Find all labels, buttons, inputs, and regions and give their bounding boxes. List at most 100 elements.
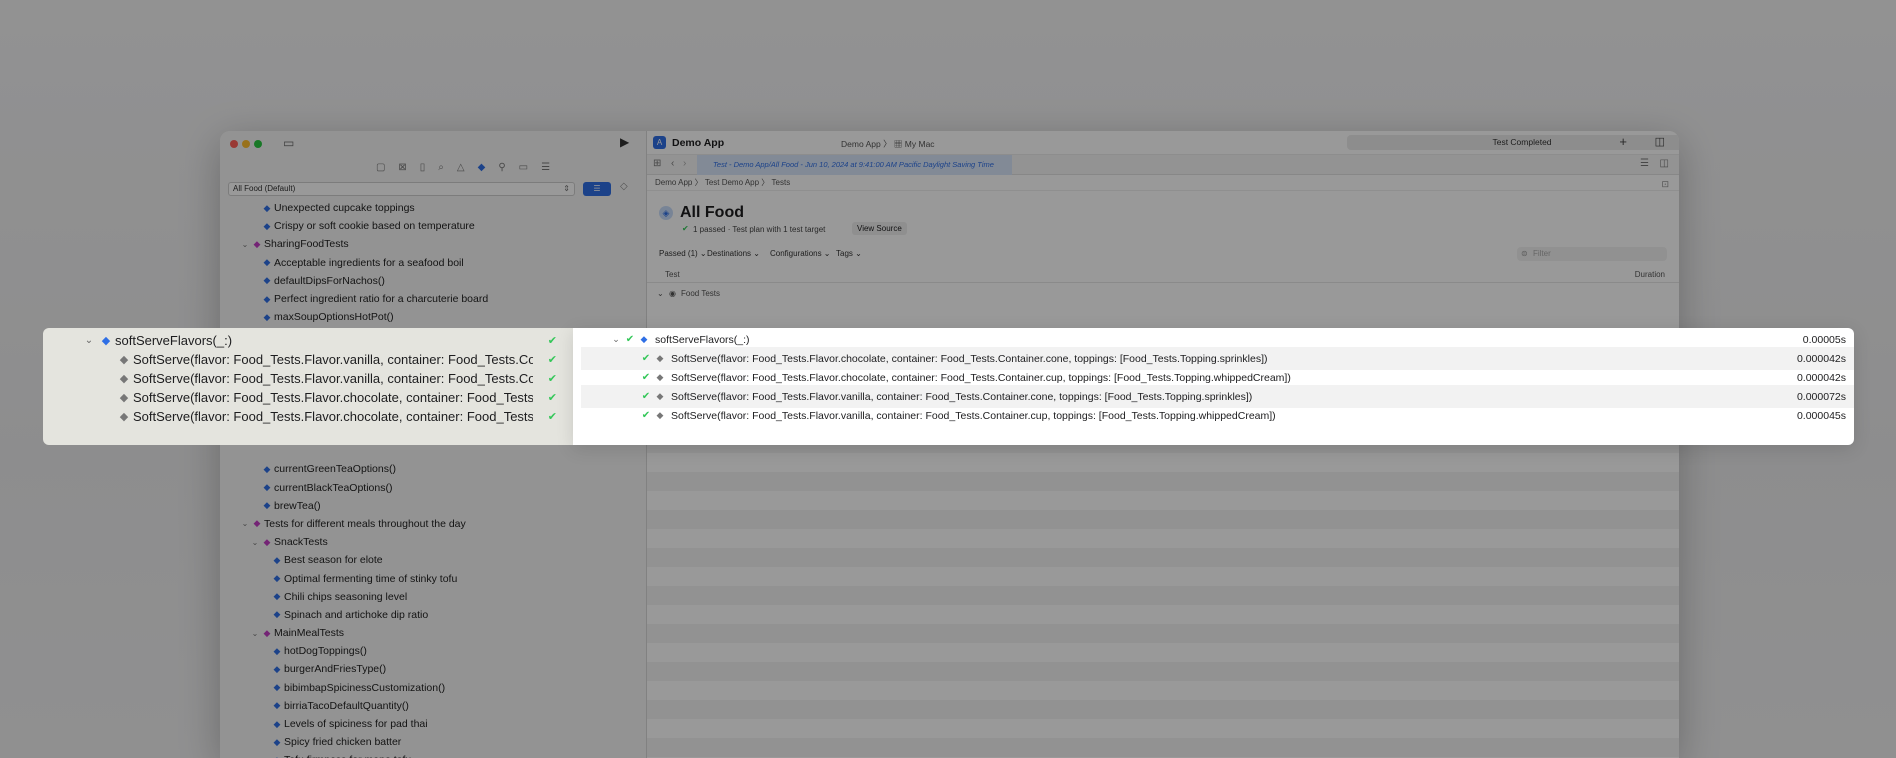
tab-test-report[interactable]: Test - Demo App/All Food - Jun 10, 2024 …: [697, 155, 1012, 175]
inspector-toggle-icon[interactable]: ◫: [1655, 135, 1665, 148]
tree-test-row[interactable]: ◆ bibimbapSpicinessCustomization(): [220, 679, 646, 697]
tree-test-row[interactable]: ◆ defaultDipsForNachos(): [220, 272, 646, 290]
column-test[interactable]: Test: [665, 270, 680, 279]
column-duration[interactable]: Duration: [1635, 270, 1665, 279]
tree-test-row[interactable]: ◆ birriaTacoDefaultQuantity(): [220, 697, 646, 715]
filter-toggle-button[interactable]: ☰: [583, 182, 611, 196]
filter-input[interactable]: ⊜ Filter: [1517, 247, 1667, 261]
report-row-duration: 0.000072s: [1796, 390, 1846, 403]
find-icon[interactable]: ⌕: [438, 162, 444, 173]
report-row-duration: 0.000042s: [1796, 352, 1846, 365]
test-case-icon: ◆: [656, 353, 664, 363]
tree-row-label: Chili chips seasoning level: [284, 590, 408, 603]
tree-row-label: currentGreenTeaOptions(): [274, 463, 396, 476]
test-diamond-icon: ◆: [640, 334, 648, 344]
split-editor-icon[interactable]: ◫: [1660, 158, 1669, 169]
tag-icon[interactable]: ◇: [620, 181, 628, 192]
tree-row-label: Spinach and artichoke dip ratio: [284, 608, 429, 621]
tree-test-row[interactable]: ◆ burgerAndFriesType(): [220, 660, 646, 678]
report-icon[interactable]: ☰: [541, 162, 550, 173]
tree-test-row[interactable]: ◆Tofu firmness for mapo tofu: [220, 751, 646, 758]
issue-icon[interactable]: △: [457, 162, 465, 173]
tree-test-row[interactable]: ◆ Unexpected cupcake toppings: [220, 199, 646, 217]
tree-test-row[interactable]: ◆ Optimal fermenting time of stinky tofu: [220, 569, 646, 587]
column-header: Test Duration: [647, 265, 1679, 283]
list-icon[interactable]: ☰: [1640, 158, 1649, 169]
folder-icon[interactable]: ▢: [376, 162, 385, 173]
chevron-down-icon: ⌄: [241, 519, 249, 529]
test-diamond-icon: ◆: [273, 718, 281, 729]
tree-row-label: Tests for different meals throughout the…: [264, 517, 466, 530]
tree-row-label: bibimbapSpicinessCustomization(): [284, 681, 446, 694]
forward-icon[interactable]: ›: [683, 158, 686, 169]
test-plan-select[interactable]: All Food (Default) ⇕: [228, 182, 575, 196]
editor-tab-bar: ⊞ ‹ › Test - Demo App/All Food - Jun 10,…: [647, 155, 1679, 175]
tree-test-row[interactable]: ◆ Acceptable ingredients for a seafood bo…: [220, 254, 646, 272]
run-icon[interactable]: ▶: [620, 135, 629, 149]
configurations-filter[interactable]: Configurations ⌄: [770, 249, 831, 258]
tree-test-row[interactable]: ◆ Crispy or soft cookie based on temperat…: [220, 217, 646, 235]
tree-suite-row[interactable]: ⌄ ◆ MainMealTests: [220, 624, 646, 642]
callout-row-label: SoftServe(flavor: Food_Tests.Flavor.choc…: [133, 409, 533, 424]
destinations-filter[interactable]: Destinations ⌄: [707, 249, 760, 258]
tree-suite-row[interactable]: ⌄ ◆ SharingFoodTests: [220, 235, 646, 253]
report-row-label: SoftServe(flavor: Food_Tests.Flavor.choc…: [671, 371, 1291, 384]
lock-icon: ⊡: [1661, 179, 1669, 189]
test-diamond-icon: ◆: [263, 257, 271, 268]
tree-test-row[interactable]: ◆ brewTea(): [220, 497, 646, 515]
tree-test-row[interactable]: ◆ Spinach and artichoke dip ratio: [220, 606, 646, 624]
tree-suite-row[interactable]: ⌄ ◆ Tests for different meals throughout t…: [220, 515, 646, 533]
passed-filter[interactable]: Passed (1) ⌄: [659, 249, 707, 258]
plus-icon[interactable]: +: [1619, 134, 1627, 149]
tree-row-label: Perfect ingredient ratio for a charcuter…: [274, 293, 489, 306]
tree-suite-row[interactable]: ⌄ ◆ SnackTests: [220, 533, 646, 551]
view-source-button[interactable]: View Source: [852, 222, 907, 235]
callout-case-row[interactable]: ◆ SoftServe(flavor: Food_Tests.Flavor.cho…: [43, 405, 573, 428]
empty-rows: [647, 396, 1679, 758]
tags-filter[interactable]: Tags ⌄: [836, 249, 862, 258]
test-case-icon: ◆: [656, 391, 664, 401]
test-navigator-icon[interactable]: ◆: [478, 162, 486, 173]
breadcrumb-project[interactable]: Demo App: [655, 178, 692, 187]
test-case-icon: ◆: [656, 410, 664, 420]
group-row[interactable]: ⌄ ◉ Food Tests: [647, 283, 1679, 303]
tree-test-row[interactable]: ◆ Spicy fried chicken batter: [220, 733, 646, 751]
test-diamond-icon: ◆: [263, 311, 271, 322]
breakpoint-icon[interactable]: ▭: [519, 162, 528, 173]
pass-checkmark-icon: ✔: [682, 224, 689, 233]
test-plan-icon: ◈: [659, 206, 673, 220]
source-control-icon[interactable]: ⊠: [398, 162, 406, 173]
chevron-down-icon: ⌄: [84, 335, 94, 346]
report-case-row[interactable]: ✔ ◆ SoftServe(flavor: Food_Tests.Flavor.va…: [581, 404, 1854, 427]
sidebar-toggle-icon[interactable]: ▭: [283, 136, 294, 150]
test-diamond-icon: ◆: [273, 573, 281, 584]
pass-checkmark-icon: ✔: [547, 411, 557, 423]
page-title: All Food: [680, 204, 744, 221]
tree-row-label: Tofu firmness for mapo tofu: [284, 754, 411, 758]
breadcrumb-target[interactable]: Test Demo App: [705, 178, 759, 187]
report-row-label: SoftServe(flavor: Food_Tests.Flavor.vani…: [671, 409, 1276, 422]
tree-row-label: defaultDipsForNachos(): [274, 274, 385, 287]
tree-test-row[interactable]: ◆ currentGreenTeaOptions(): [220, 460, 646, 478]
tree-test-row[interactable]: ◆ Perfect ingredient ratio for a charcute…: [220, 290, 646, 308]
breadcrumb-tests[interactable]: Tests: [772, 178, 791, 187]
bookmark-icon[interactable]: ▯: [420, 162, 426, 173]
grid-icon[interactable]: ⊞: [653, 158, 661, 169]
close-window-button[interactable]: [230, 140, 238, 148]
zoom-window-button[interactable]: [254, 140, 262, 148]
app-icon: A: [653, 136, 666, 149]
test-diamond-icon: ◆: [263, 275, 271, 286]
tree-test-row[interactable]: ◆ currentBlackTeaOptions(): [220, 479, 646, 497]
minimize-window-button[interactable]: [242, 140, 250, 148]
pass-checkmark-icon: ✔: [547, 392, 557, 404]
test-diamond-icon: ◆: [263, 293, 271, 304]
debug-icon[interactable]: ⚲: [498, 162, 505, 173]
tree-test-row[interactable]: ◆ maxSoupOptionsHotPot(): [220, 308, 646, 326]
tree-test-row[interactable]: ◆ Levels of spiciness for pad thai: [220, 715, 646, 733]
scheme-destination[interactable]: Demo App 〉 ▦ My Mac: [841, 138, 935, 150]
tree-test-row[interactable]: ◆ hotDogToppings(): [220, 642, 646, 660]
tree-test-row[interactable]: ◆ Chili chips seasoning level: [220, 588, 646, 606]
test-plan-row: All Food (Default) ⇕ ☰ ◇: [220, 179, 646, 199]
back-icon[interactable]: ‹: [671, 158, 674, 169]
tree-test-row[interactable]: ◆ Best season for elote: [220, 551, 646, 569]
